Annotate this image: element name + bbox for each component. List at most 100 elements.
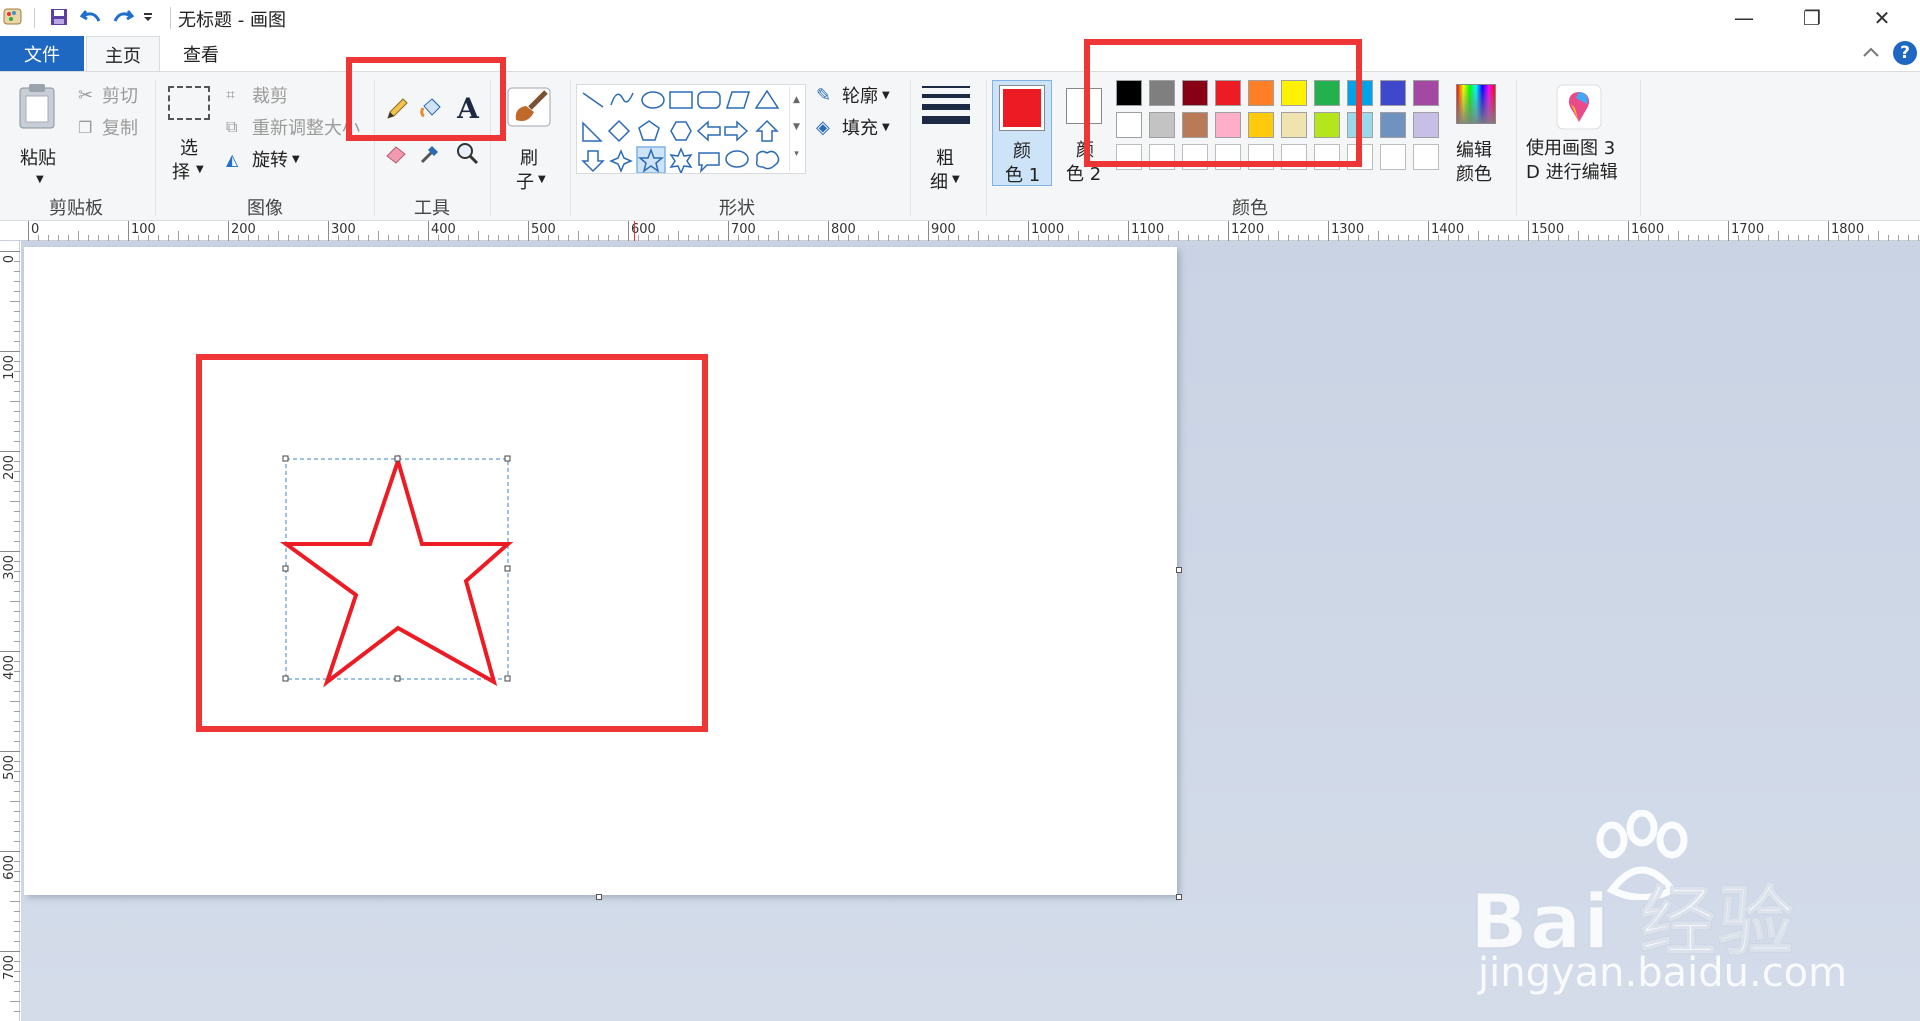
watermark-url: jingyan.baidu.com	[1478, 950, 1848, 996]
ruler-label: 100	[2, 355, 17, 380]
oval-shape-icon	[641, 91, 665, 109]
color1-label-1: 颜	[1013, 141, 1031, 162]
ruler-tick	[828, 221, 829, 241]
collapse-ribbon-icon[interactable]	[1860, 42, 1882, 64]
palette-color-swatch[interactable]	[1413, 112, 1439, 138]
ruler-tick	[1328, 221, 1329, 241]
paint-app-icon[interactable]	[0, 4, 26, 30]
colors-group-label: 颜色	[1232, 198, 1268, 219]
ruler-minor-tick	[14, 741, 20, 742]
copy-button[interactable]: ❐ 复制	[78, 114, 146, 140]
shapes-group-label: 形状	[719, 198, 755, 219]
ruler-minor-tick	[14, 841, 20, 842]
paste-button[interactable]: 粘贴 ▼	[16, 82, 64, 192]
tools-highlight-box	[346, 57, 506, 141]
outline-button[interactable]: ✎ 轮廓 ▼	[816, 82, 900, 108]
ruler-minor-tick	[14, 291, 20, 292]
canvas-resize-handle-bottom[interactable]	[596, 894, 602, 900]
save-icon[interactable]	[46, 4, 72, 30]
separator	[34, 8, 35, 28]
vertical-ruler: 0 100 200 300 400 500 600 700	[0, 241, 20, 1021]
tab-view[interactable]: 查看	[164, 36, 238, 71]
hexagon-shape-icon	[670, 121, 692, 141]
ruler-label: 200	[2, 455, 17, 480]
ruler-minor-tick	[14, 891, 20, 892]
up-arrow-shape-icon	[755, 119, 779, 142]
ruler-tick	[628, 221, 629, 241]
ruler-minor-tick	[14, 681, 20, 682]
outline-pencil-icon: ✎	[816, 84, 832, 106]
paint3d-label-2: D 进行编辑	[1526, 162, 1618, 183]
palette-color-swatch[interactable]	[1380, 112, 1406, 138]
ruler-minor-tick	[14, 421, 20, 422]
ruler-minor-tick	[14, 1011, 20, 1012]
gallery-scroll[interactable]: ▲ ▼ ▾	[789, 87, 803, 171]
brushes-button[interactable]: 刷 子 ▼	[504, 82, 558, 193]
palette-color-swatch[interactable]	[1380, 80, 1406, 106]
eraser-icon[interactable]	[384, 140, 412, 168]
ruler-minor-tick	[14, 731, 20, 732]
ruler-tick	[0, 951, 20, 952]
canvas-resize-handle-corner[interactable]	[1176, 894, 1182, 900]
crop-button[interactable]: ⌗ 裁剪	[226, 82, 322, 108]
palette-color-swatch[interactable]	[1413, 80, 1439, 106]
ruler-tick	[328, 221, 329, 241]
select-label-1: 选	[180, 138, 198, 159]
tab-file[interactable]: 文件	[0, 36, 84, 71]
color1-button[interactable]: 颜 色 1	[992, 80, 1052, 186]
fill-button[interactable]: ◈ 填充 ▼	[816, 114, 900, 140]
edit-colors-button[interactable]: 编辑 颜色	[1452, 84, 1502, 192]
ruler-label: 500	[2, 755, 17, 780]
rect-callout-shape-icon	[698, 152, 720, 174]
edit-colors-label-2: 颜色	[1456, 164, 1492, 185]
chevron-down-icon: ▼	[538, 174, 546, 185]
ruler-label: 900	[931, 222, 956, 237]
group-separator	[1516, 80, 1517, 216]
ruler-minor-tick	[14, 331, 20, 332]
magnifier-icon[interactable]	[454, 140, 482, 168]
ruler-minor-tick	[1678, 231, 1679, 241]
chevron-down-icon: ▼	[36, 174, 44, 185]
customize-toolbar-icon[interactable]	[136, 4, 160, 30]
redo-icon[interactable]	[110, 4, 136, 30]
rotate-button[interactable]: ◭ 旋转 ▼	[226, 146, 316, 172]
palette-empty-swatch[interactable]	[1413, 144, 1439, 170]
restore-button[interactable]: ❐	[1783, 0, 1841, 36]
ruler-minor-tick	[578, 231, 579, 241]
paint3d-button[interactable]: 使用画图 3 D 进行编辑	[1526, 82, 1634, 194]
ruler-minor-tick	[978, 231, 979, 241]
color-picker-icon[interactable]	[418, 140, 446, 168]
select-button[interactable]: 选 择 ▼	[166, 86, 214, 196]
ruler-label: 400	[431, 222, 456, 237]
ruler-tick	[0, 851, 20, 852]
size-button[interactable]: 粗 细 ▼	[920, 82, 972, 193]
ruler-minor-tick	[10, 301, 20, 302]
palette-highlight-box	[1084, 39, 1362, 167]
tab-home[interactable]: 主页	[86, 36, 160, 72]
ruler-minor-tick	[14, 991, 20, 992]
tools-group-label: 工具	[414, 198, 450, 219]
right-triangle-shape-icon	[582, 121, 603, 142]
resize-button[interactable]: ⧉ 重新调整大小	[226, 114, 362, 140]
palette-empty-swatch[interactable]	[1380, 144, 1406, 170]
outline-label: 轮廓	[842, 86, 878, 107]
ruler-minor-tick	[10, 1001, 20, 1002]
cut-button[interactable]: ✂ 剪切	[78, 82, 146, 108]
chevron-down-icon: ▼	[882, 89, 890, 101]
pentagon-shape-icon	[638, 120, 660, 141]
help-icon[interactable]: ?	[1893, 41, 1917, 65]
ruler-minor-tick	[14, 611, 20, 612]
ruler-tick	[0, 451, 20, 452]
ruler-tick	[0, 651, 20, 652]
diamond-shape-icon	[607, 119, 631, 143]
ruler-tick	[1528, 221, 1529, 241]
ruler-minor-tick	[1878, 231, 1879, 241]
canvas-resize-handle-right[interactable]	[1176, 567, 1182, 573]
minimize-button[interactable]: —	[1715, 0, 1773, 36]
undo-icon[interactable]	[78, 4, 104, 30]
ruler-minor-tick	[278, 231, 279, 241]
ruler-minor-tick	[14, 481, 20, 482]
close-button[interactable]: ✕	[1853, 0, 1911, 36]
ruler-minor-tick	[14, 521, 20, 522]
ruler-label: 300	[331, 222, 356, 237]
